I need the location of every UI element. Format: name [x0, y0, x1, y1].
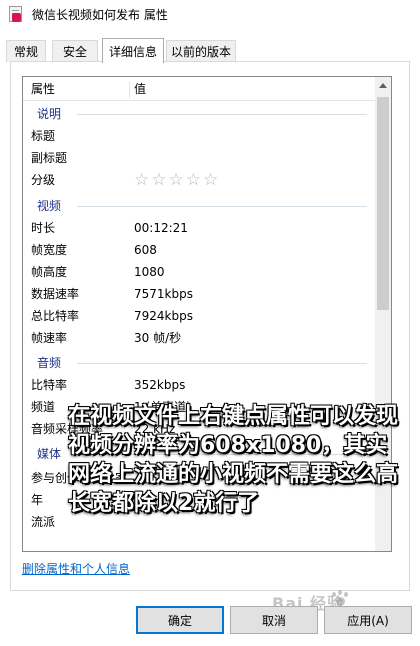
tab-strip: 常规 安全 详细信息 以前的版本 [0, 38, 420, 63]
row-title[interactable]: 标题 [23, 125, 377, 147]
group-divider [77, 363, 367, 364]
row-subtitle[interactable]: 副标题 [23, 147, 377, 169]
group-audio: 音频 [23, 352, 377, 374]
annotation-overlay: 在视频文件上右键点属性可以发现视频分辨率为608x1080，其实网络上流通的小视… [68, 404, 399, 516]
apply-button[interactable]: 应用(A) [324, 606, 412, 634]
row-duration[interactable]: 时长 00:12:21 [23, 217, 377, 239]
row-frame-height[interactable]: 帧高度 1080 [23, 261, 377, 283]
header-property[interactable]: 属性 [23, 77, 55, 101]
cancel-button[interactable]: 取消 [230, 606, 318, 634]
ok-button[interactable]: 确定 [136, 606, 224, 634]
scroll-up-icon[interactable] [379, 83, 387, 88]
group-description: 说明 [23, 103, 377, 125]
group-divider [77, 206, 367, 207]
rating-stars-icon[interactable]: ☆☆☆☆☆ [134, 169, 220, 191]
tab-details[interactable]: 详细信息 [102, 38, 164, 63]
row-audio-bitrate[interactable]: 比特率 352kbps [23, 374, 377, 396]
list-header: 属性 值 [23, 77, 377, 101]
tab-security[interactable]: 安全 [52, 40, 98, 62]
header-value[interactable]: 值 [126, 77, 146, 101]
row-rating[interactable]: 分级 ☆☆☆☆☆ [23, 169, 377, 191]
group-divider [77, 114, 367, 115]
title-bar: 微信长视频如何发布 属性 [0, 0, 420, 28]
row-frame-width[interactable]: 帧宽度 608 [23, 239, 377, 261]
scroll-thumb[interactable] [377, 97, 389, 310]
group-video: 视频 [23, 195, 377, 217]
remove-properties-link[interactable]: 删除属性和个人信息 [22, 560, 130, 577]
window-title: 微信长视频如何发布 属性 [32, 7, 168, 22]
row-total-bitrate[interactable]: 总比特率 7924kbps [23, 305, 377, 327]
row-data-rate[interactable]: 数据速率 7571kbps [23, 283, 377, 305]
tab-previous-versions[interactable]: 以前的版本 [166, 40, 236, 62]
row-frame-rate[interactable]: 帧速率 30 帧/秒 [23, 327, 377, 349]
tab-general[interactable]: 常规 [6, 40, 46, 62]
media-file-icon [8, 6, 24, 22]
